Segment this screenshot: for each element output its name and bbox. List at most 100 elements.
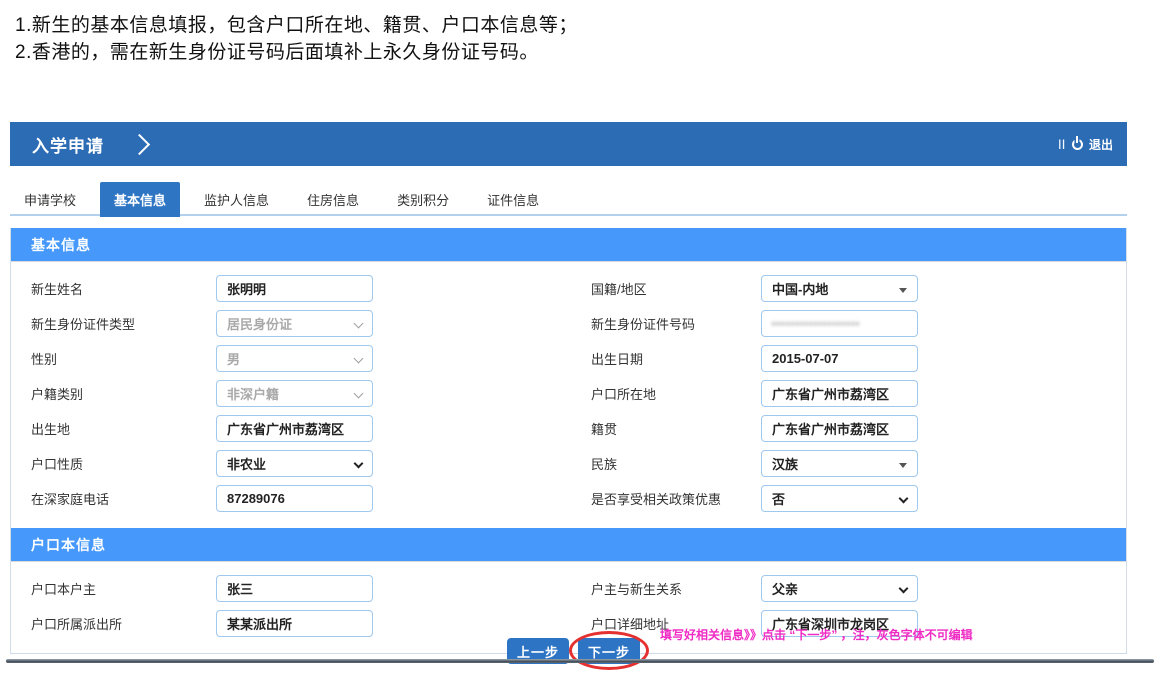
field-label: 户籍类别 <box>31 384 216 403</box>
page: 1.新生的基本信息填报，包含户口所在地、籍贯、户口本信息等； 2.香港的，需在新… <box>0 0 1160 689</box>
instruction-line-2: 2.香港的，需在新生身份证号码后面填补上永久身份证号码。 <box>15 39 1160 66</box>
field-label: 户口本户主 <box>31 579 216 598</box>
logout-button[interactable]: 退出 <box>1089 136 1113 153</box>
form-field: 在深家庭电话 87289076 <box>31 485 591 512</box>
field-value: 张三 <box>227 579 253 598</box>
field-label: 新生身份证件号码 <box>591 314 761 333</box>
form-field: 国籍/地区中国-内地 <box>591 275 1108 302</box>
text-input[interactable]: ••••••••••••••••••• <box>761 310 918 337</box>
form-column-left: 户口本户主张三户口所属派出所某某派出所 <box>31 575 591 645</box>
tab-bar: 申请学校基本信息监护人信息住房信息类别积分证件信息 <box>10 184 1127 216</box>
tab-证件信息[interactable]: 证件信息 <box>473 182 553 217</box>
field-value: 广东省广州市荔湾区 <box>772 384 889 403</box>
field-value: 非深户籍 <box>227 384 279 403</box>
field-label: 是否享受相关政策优惠 <box>591 489 761 508</box>
form-field: 民族汉族 <box>591 450 1108 477</box>
field-value: 87289076 <box>227 491 285 506</box>
form-field: 户主与新生关系父亲 <box>591 575 1108 602</box>
field-value: 父亲 <box>772 579 798 598</box>
chevron-down-icon <box>354 319 364 329</box>
form-field: 新生姓名张明明 <box>31 275 591 302</box>
page-title: 入学申请 <box>10 132 104 157</box>
text-input[interactable]: 广东省广州市荔湾区 <box>761 415 918 442</box>
form-field: 户籍类别非深户籍 <box>31 380 591 407</box>
field-value: 非农业 <box>227 454 266 473</box>
header-right: || 退出 <box>1058 136 1127 153</box>
form-panel: 基本信息新生姓名张明明新生身份证件类型居民身份证性别男户籍类别非深户籍出生地广东… <box>10 228 1127 654</box>
form-field: 新生身份证件类型居民身份证 <box>31 310 591 337</box>
text-input[interactable]: 广东省广州市荔湾区 <box>761 380 918 407</box>
select-dropdown[interactable]: 汉族 <box>761 450 918 477</box>
select-dropdown[interactable]: 中国-内地 <box>761 275 918 302</box>
form-field: 户口所在地广东省广州市荔湾区 <box>591 380 1108 407</box>
chevron-down-icon <box>354 354 364 364</box>
text-input[interactable]: 广东省广州市荔湾区 <box>216 415 373 442</box>
form-field: 户口所属派出所某某派出所 <box>31 610 591 637</box>
chevron-right-icon <box>129 133 150 154</box>
tab-监护人信息[interactable]: 监护人信息 <box>190 182 283 217</box>
section-header: 户口本信息 <box>11 528 1126 561</box>
caret-down-icon <box>899 288 907 293</box>
chevron-down-icon <box>899 584 909 594</box>
tab-基本信息[interactable]: 基本信息 <box>100 182 180 217</box>
bottom-divider <box>6 659 1154 663</box>
power-icon[interactable] <box>1072 139 1083 150</box>
instruction-line-1: 1.新生的基本信息填报，包含户口所在地、籍贯、户口本信息等； <box>15 12 1160 39</box>
field-value: 张明明 <box>227 279 266 298</box>
annotation-note: 填写好相关信息》》点击 “下一步” ，注，灰色字体不可编辑 <box>660 626 973 643</box>
form-field: 户口本户主张三 <box>31 575 591 602</box>
text-input[interactable]: 87289076 <box>216 485 373 512</box>
field-label: 新生姓名 <box>31 279 216 298</box>
field-label: 户口性质 <box>31 454 216 473</box>
field-label: 国籍/地区 <box>591 279 761 298</box>
select-dropdown[interactable]: 否 <box>761 485 918 512</box>
field-label: 户口所属派出所 <box>31 614 216 633</box>
section-header: 基本信息 <box>11 228 1126 261</box>
form-field: 新生身份证件号码 ••••••••••••••••••• <box>591 310 1108 337</box>
field-value: 广东省广州市荔湾区 <box>772 419 889 438</box>
field-label: 籍贯 <box>591 419 761 438</box>
text-input[interactable]: 张明明 <box>216 275 373 302</box>
masked-value: ••••••••••••••••••• <box>772 319 860 329</box>
chevron-down-icon <box>899 494 909 504</box>
form-field: 出生日期 2015-07-07 <box>591 345 1108 372</box>
field-label: 性别 <box>31 349 216 368</box>
field-value: 某某派出所 <box>227 614 292 633</box>
field-value: 广东省广州市荔湾区 <box>227 419 344 438</box>
text-input[interactable]: 某某派出所 <box>216 610 373 637</box>
chevron-down-icon <box>354 389 364 399</box>
tab-申请学校[interactable]: 申请学校 <box>10 182 90 217</box>
text-input[interactable]: 张三 <box>216 575 373 602</box>
field-value: 中国-内地 <box>772 279 828 298</box>
field-label: 出生日期 <box>591 349 761 368</box>
field-value: 否 <box>772 489 785 508</box>
select-dropdown[interactable]: 非农业 <box>216 450 373 477</box>
app-header: 入学申请 || 退出 <box>10 122 1127 166</box>
form-field: 籍贯广东省广州市荔湾区 <box>591 415 1108 442</box>
form-column-right: 国籍/地区中国-内地新生身份证件号码•••••••••••••••••••出生日… <box>591 275 1108 520</box>
field-value: 2015-07-07 <box>772 351 839 366</box>
chevron-down-icon <box>354 459 364 469</box>
instructions: 1.新生的基本信息填报，包含户口所在地、籍贯、户口本信息等； 2.香港的，需在新… <box>0 0 1160 66</box>
field-label: 在深家庭电话 <box>31 489 216 508</box>
text-input[interactable]: 2015-07-07 <box>761 345 918 372</box>
tab-类别积分[interactable]: 类别积分 <box>383 182 463 217</box>
form-field: 是否享受相关政策优惠否 <box>591 485 1108 512</box>
field-value: 汉族 <box>772 454 798 473</box>
divider-bars: || <box>1058 139 1066 150</box>
field-label: 民族 <box>591 454 761 473</box>
form-field: 性别男 <box>31 345 591 372</box>
field-value: 男 <box>227 349 240 368</box>
select-disabled: 居民身份证 <box>216 310 373 337</box>
field-label: 出生地 <box>31 419 216 438</box>
select-dropdown[interactable]: 父亲 <box>761 575 918 602</box>
form-column-left: 新生姓名张明明新生身份证件类型居民身份证性别男户籍类别非深户籍出生地广东省广州市… <box>31 275 591 520</box>
field-value: 居民身份证 <box>227 314 292 333</box>
field-label: 新生身份证件类型 <box>31 314 216 333</box>
tab-住房信息[interactable]: 住房信息 <box>293 182 373 217</box>
section-body: 新生姓名张明明新生身份证件类型居民身份证性别男户籍类别非深户籍出生地广东省广州市… <box>11 261 1126 528</box>
form-field: 出生地广东省广州市荔湾区 <box>31 415 591 442</box>
caret-down-icon <box>899 463 907 468</box>
form-field: 户口性质非农业 <box>31 450 591 477</box>
field-label: 户主与新生关系 <box>591 579 761 598</box>
